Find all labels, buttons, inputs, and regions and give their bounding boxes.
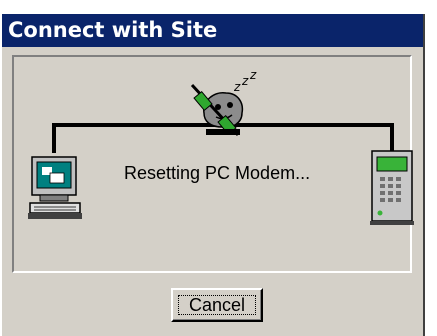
svg-text:z: z	[233, 80, 241, 94]
status-message: Resetting PC Modem...	[124, 163, 311, 183]
cancel-button-label: Cancel	[188, 294, 246, 315]
cancel-button[interactable]: Cancel	[171, 288, 263, 322]
window-title: Connect with Site	[8, 18, 218, 42]
sleeping-modem-icon: z z z	[190, 71, 257, 137]
svg-text:z: z	[249, 71, 257, 82]
pc-modem-icon	[28, 156, 82, 219]
left-drop-line	[52, 123, 56, 153]
connect-dialog: Connect with Site z z z Resetting PC Mod…	[0, 14, 425, 336]
svg-text:z: z	[241, 74, 249, 88]
site-panel-icon	[370, 150, 414, 225]
title-bar[interactable]: Connect with Site	[2, 14, 423, 47]
connection-panel: z z z Resetting PC Modem...	[12, 55, 414, 273]
